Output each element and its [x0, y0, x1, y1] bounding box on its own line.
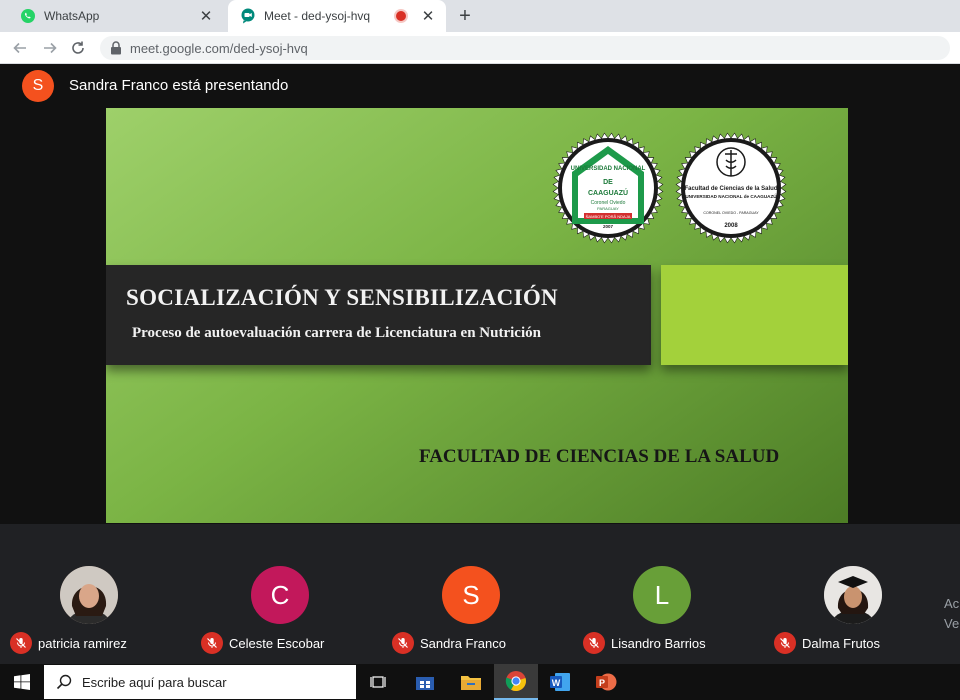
presentation-stage: S Sandra Franco está presentando UNIVERS… [0, 64, 960, 524]
participant-tile[interactable]: L Lisandro Barrios [573, 564, 763, 659]
participant-avatar: C [251, 566, 309, 624]
presentation-slide: UNIVERSIDAD NACIONAL DE CAAGUAZÚ Coronel… [106, 108, 848, 523]
seal-motto: ÑAMBO'E PORÃ NDAJA [586, 214, 631, 219]
seal-de: DE [603, 179, 613, 186]
mic-off-icon [583, 632, 605, 654]
search-icon [56, 674, 72, 690]
participant-tile[interactable]: C Celeste Escobar [191, 564, 381, 659]
chrome-icon[interactable] [494, 664, 538, 700]
participant-name: Lisandro Barrios [611, 636, 706, 651]
meet-icon [240, 8, 256, 24]
participant-photo [60, 566, 118, 624]
meet-window: S Sandra Franco está presentando UNIVERS… [0, 64, 960, 664]
lock-icon [111, 41, 121, 55]
slide-title: SOCIALIZACIÓN Y SENSIBILIZACIÓN [126, 285, 558, 310]
tab-meet[interactable]: Meet - ded-ysoj-hvq ✕ [228, 0, 446, 32]
faculty-seal-line1: Facultad de Ciencias de la Salud [684, 186, 777, 192]
task-view-icon[interactable] [357, 664, 401, 700]
slide-faculty-text: FACULTAD DE CIENCIAS DE LA SALUD [419, 446, 780, 467]
edge-line-1: Ac [944, 596, 960, 611]
search-placeholder: Escribe aquí para buscar [82, 674, 227, 690]
participant-tile[interactable]: Dalma Frutos [764, 564, 954, 659]
address-bar: meet.google.com/ded-ysoj-hvq [0, 32, 960, 64]
recording-icon [396, 11, 406, 21]
participant-tile[interactable]: patricia ramirez [0, 564, 190, 659]
participant-name: Dalma Frutos [802, 636, 881, 651]
tab-label: WhatsApp [44, 9, 100, 23]
word-icon[interactable]: W [538, 664, 582, 700]
url-field[interactable]: meet.google.com/ded-ysoj-hvq [100, 36, 950, 60]
seal-country: PARAGUAY [597, 206, 619, 211]
seal-year: 2007 [603, 224, 614, 229]
participant-name: Celeste Escobar [229, 636, 325, 651]
mic-off-icon [392, 632, 414, 654]
url-text: meet.google.com/ded-ysoj-hvq [130, 40, 308, 56]
mic-off-icon [10, 632, 32, 654]
participant-photo [824, 566, 882, 624]
participant-avatar: L [633, 566, 691, 624]
faculty-seal-line2: UNIVERSIDAD NACIONAL de CAAGUAZÚ [685, 193, 777, 199]
slide-accent-box [661, 265, 848, 365]
store-icon[interactable] [403, 664, 447, 700]
faculty-seal-logo: Facultad de Ciencias de la Salud UNIVERS… [675, 132, 787, 244]
file-explorer-icon[interactable] [449, 664, 493, 700]
university-seal-logo: UNIVERSIDAD NACIONAL DE CAAGUAZÚ Coronel… [552, 132, 664, 244]
participant-name: Sandra Franco [420, 636, 506, 651]
faculty-seal-line3: CORONEL OVIEDO - PARAGUAY [703, 211, 759, 215]
new-tab-button[interactable]: + [453, 4, 477, 28]
reload-icon[interactable] [66, 36, 90, 60]
participant-tile[interactable]: S Sandra Franco [382, 564, 572, 659]
whatsapp-icon [20, 8, 36, 24]
powerpoint-icon[interactable]: P [584, 664, 628, 700]
close-tab-icon[interactable]: ✕ [196, 6, 216, 26]
slide-title-band: SOCIALIZACIÓN Y SENSIBILIZACIÓN Proceso … [106, 265, 651, 365]
close-tab-icon[interactable]: ✕ [418, 6, 438, 26]
windows-start-icon[interactable] [0, 664, 44, 700]
seal-name: CAAGUAZÚ [588, 188, 628, 197]
svg-text:W: W [552, 678, 561, 688]
svg-text:P: P [599, 678, 605, 688]
participant-avatar: S [442, 566, 500, 624]
taskbar-search-input[interactable]: Escribe aquí para buscar [44, 665, 356, 699]
seal-top-text: UNIVERSIDAD NACIONAL [571, 166, 646, 172]
mic-off-icon [201, 632, 223, 654]
faculty-seal-year: 2008 [724, 223, 738, 229]
presenter-label: Sandra Franco está presentando [69, 77, 289, 94]
clipped-edge-text: Ac Ve [944, 594, 959, 634]
forward-icon[interactable] [38, 36, 62, 60]
slide-subtitle: Proceso de autoevaluación carrera de Lic… [132, 325, 541, 341]
windows-taskbar: Escribe aquí para buscar W P [0, 664, 960, 700]
mic-off-icon [774, 632, 796, 654]
tab-label: Meet - ded-ysoj-hvq [264, 9, 371, 23]
tab-strip: WhatsApp ✕ Meet - ded-ysoj-hvq ✕ + [0, 0, 960, 32]
tab-whatsapp[interactable]: WhatsApp ✕ [8, 0, 224, 32]
back-icon[interactable] [8, 36, 32, 60]
presenter-avatar: S [22, 70, 54, 102]
participant-name: patricia ramirez [38, 636, 127, 651]
edge-line-2: Ve [944, 616, 960, 631]
